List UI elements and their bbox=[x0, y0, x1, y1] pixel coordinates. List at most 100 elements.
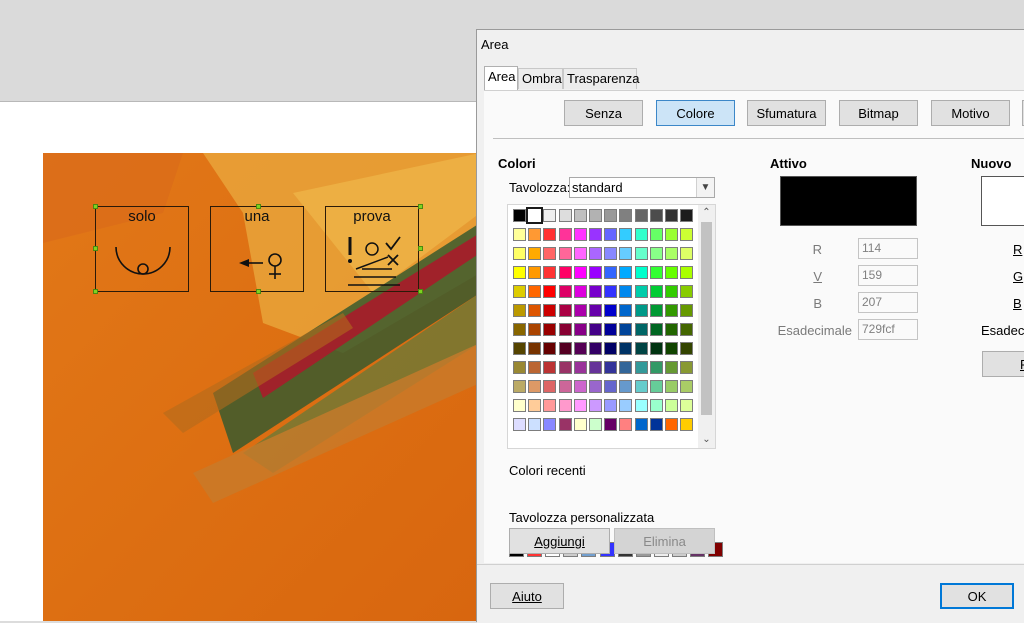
palette-color-swatch[interactable] bbox=[604, 361, 618, 374]
palette-color-swatch[interactable] bbox=[665, 399, 678, 412]
palette-color-swatch[interactable] bbox=[543, 228, 557, 241]
palette-color-swatch[interactable] bbox=[589, 228, 602, 241]
palette-color-swatch[interactable] bbox=[589, 247, 602, 260]
palette-color-swatch[interactable] bbox=[634, 418, 648, 431]
palette-color-swatch[interactable] bbox=[634, 399, 648, 412]
palette-color-swatch[interactable] bbox=[558, 342, 572, 355]
palette-color-swatch[interactable] bbox=[543, 209, 557, 222]
selection-handle[interactable] bbox=[418, 246, 423, 251]
palette-color-swatch[interactable] bbox=[665, 285, 678, 298]
palette-color-swatch[interactable] bbox=[604, 266, 618, 279]
palette-color-swatch[interactable] bbox=[528, 380, 542, 393]
palette-color-swatch[interactable] bbox=[604, 304, 618, 317]
palette-color-swatch[interactable] bbox=[573, 285, 587, 298]
palette-color-swatch[interactable] bbox=[634, 228, 648, 241]
palette-color-swatch[interactable] bbox=[619, 399, 633, 412]
palette-color-swatch[interactable] bbox=[543, 418, 557, 431]
fill-gradient-button[interactable]: Sfumatura bbox=[747, 100, 826, 126]
palette-color-swatch[interactable] bbox=[589, 418, 602, 431]
palette-color-swatch[interactable] bbox=[619, 228, 633, 241]
chevron-up-icon[interactable]: ⌃ bbox=[698, 205, 715, 221]
palette-color-swatch[interactable] bbox=[513, 399, 526, 412]
palette-color-swatch[interactable] bbox=[543, 323, 557, 336]
palette-color-swatch[interactable] bbox=[604, 209, 618, 222]
hex-value-field[interactable]: 729fcf bbox=[858, 319, 918, 340]
palette-color-swatch[interactable] bbox=[619, 380, 633, 393]
delete-color-button[interactable]: Elimina bbox=[614, 528, 715, 554]
palette-color-swatch[interactable] bbox=[665, 209, 678, 222]
help-button[interactable]: Aiuto bbox=[490, 583, 564, 609]
chevron-down-icon[interactable]: ▼ bbox=[696, 178, 714, 197]
palette-color-swatch[interactable] bbox=[513, 228, 526, 241]
palette-color-swatch[interactable] bbox=[634, 209, 648, 222]
palette-color-swatch[interactable] bbox=[665, 361, 678, 374]
palette-color-swatch[interactable] bbox=[619, 266, 633, 279]
palette-color-swatch[interactable] bbox=[619, 342, 633, 355]
palette-select[interactable]: standard ▼ bbox=[569, 177, 715, 198]
palette-color-swatch[interactable] bbox=[526, 207, 544, 224]
palette-color-swatch[interactable] bbox=[634, 361, 648, 374]
palette-color-swatch[interactable] bbox=[604, 228, 618, 241]
blue-value-field[interactable]: 207 bbox=[858, 292, 918, 313]
palette-color-swatch[interactable] bbox=[604, 323, 618, 336]
palette-color-swatch[interactable] bbox=[649, 247, 663, 260]
palette-color-swatch[interactable] bbox=[619, 285, 633, 298]
palette-color-swatch[interactable] bbox=[589, 304, 602, 317]
palette-color-swatch[interactable] bbox=[649, 285, 663, 298]
tab-ombra[interactable]: Ombra bbox=[518, 68, 563, 89]
palette-color-swatch[interactable] bbox=[680, 380, 694, 393]
palette-color-swatch[interactable] bbox=[680, 361, 694, 374]
palette-color-swatch[interactable] bbox=[558, 418, 572, 431]
palette-color-swatch[interactable] bbox=[558, 228, 572, 241]
palette-color-swatch[interactable] bbox=[528, 228, 542, 241]
palette-color-swatch[interactable] bbox=[573, 380, 587, 393]
palette-color-swatch[interactable] bbox=[604, 342, 618, 355]
palette-color-swatch[interactable] bbox=[573, 247, 587, 260]
palette-color-swatch[interactable] bbox=[680, 247, 694, 260]
palette-color-swatch[interactable] bbox=[528, 323, 542, 336]
fill-bitmap-button[interactable]: Bitmap bbox=[839, 100, 918, 126]
palette-color-swatch[interactable] bbox=[543, 304, 557, 317]
palette-color-swatch[interactable] bbox=[619, 361, 633, 374]
palette-color-swatch[interactable] bbox=[634, 266, 648, 279]
palette-color-swatch[interactable] bbox=[680, 399, 694, 412]
palette-color-swatch[interactable] bbox=[589, 266, 602, 279]
palette-color-swatch[interactable] bbox=[589, 285, 602, 298]
palette-color-swatch[interactable] bbox=[513, 209, 526, 222]
palette-color-swatch[interactable] bbox=[634, 380, 648, 393]
palette-color-swatch[interactable] bbox=[558, 285, 572, 298]
red-value-field[interactable]: 114 bbox=[858, 238, 918, 259]
palette-color-swatch[interactable] bbox=[558, 247, 572, 260]
palette-color-swatch[interactable] bbox=[528, 342, 542, 355]
palette-color-swatch[interactable] bbox=[543, 285, 557, 298]
palette-color-swatch[interactable] bbox=[528, 285, 542, 298]
palette-color-swatch[interactable] bbox=[665, 380, 678, 393]
palette-color-swatch[interactable] bbox=[665, 418, 678, 431]
palette-color-swatch[interactable] bbox=[558, 209, 572, 222]
symbol-card-solo[interactable]: solo bbox=[95, 206, 189, 292]
palette-color-swatch[interactable] bbox=[573, 399, 587, 412]
palette-color-swatch[interactable] bbox=[528, 361, 542, 374]
palette-color-swatch[interactable] bbox=[543, 266, 557, 279]
palette-color-swatch[interactable] bbox=[513, 266, 526, 279]
scrollbar-thumb[interactable] bbox=[701, 222, 712, 415]
palette-color-swatch[interactable] bbox=[573, 342, 587, 355]
palette-color-swatch[interactable] bbox=[558, 380, 572, 393]
palette-color-swatch[interactable] bbox=[680, 285, 694, 298]
selection-handle[interactable] bbox=[93, 246, 98, 251]
palette-color-swatch[interactable] bbox=[634, 285, 648, 298]
palette-color-swatch[interactable] bbox=[513, 304, 526, 317]
selection-handle[interactable] bbox=[93, 289, 98, 294]
palette-color-swatch[interactable] bbox=[649, 380, 663, 393]
palette-color-swatch[interactable] bbox=[589, 361, 602, 374]
palette-color-swatch[interactable] bbox=[680, 342, 694, 355]
palette-color-swatch[interactable] bbox=[513, 247, 526, 260]
palette-color-swatch[interactable] bbox=[589, 399, 602, 412]
palette-color-swatch[interactable] bbox=[558, 266, 572, 279]
fill-none-button[interactable]: Senza bbox=[564, 100, 643, 126]
palette-color-swatch[interactable] bbox=[665, 247, 678, 260]
palette-color-swatch[interactable] bbox=[604, 380, 618, 393]
palette-color-swatch[interactable] bbox=[573, 323, 587, 336]
palette-color-swatch[interactable] bbox=[513, 323, 526, 336]
palette-color-swatch[interactable] bbox=[649, 399, 663, 412]
